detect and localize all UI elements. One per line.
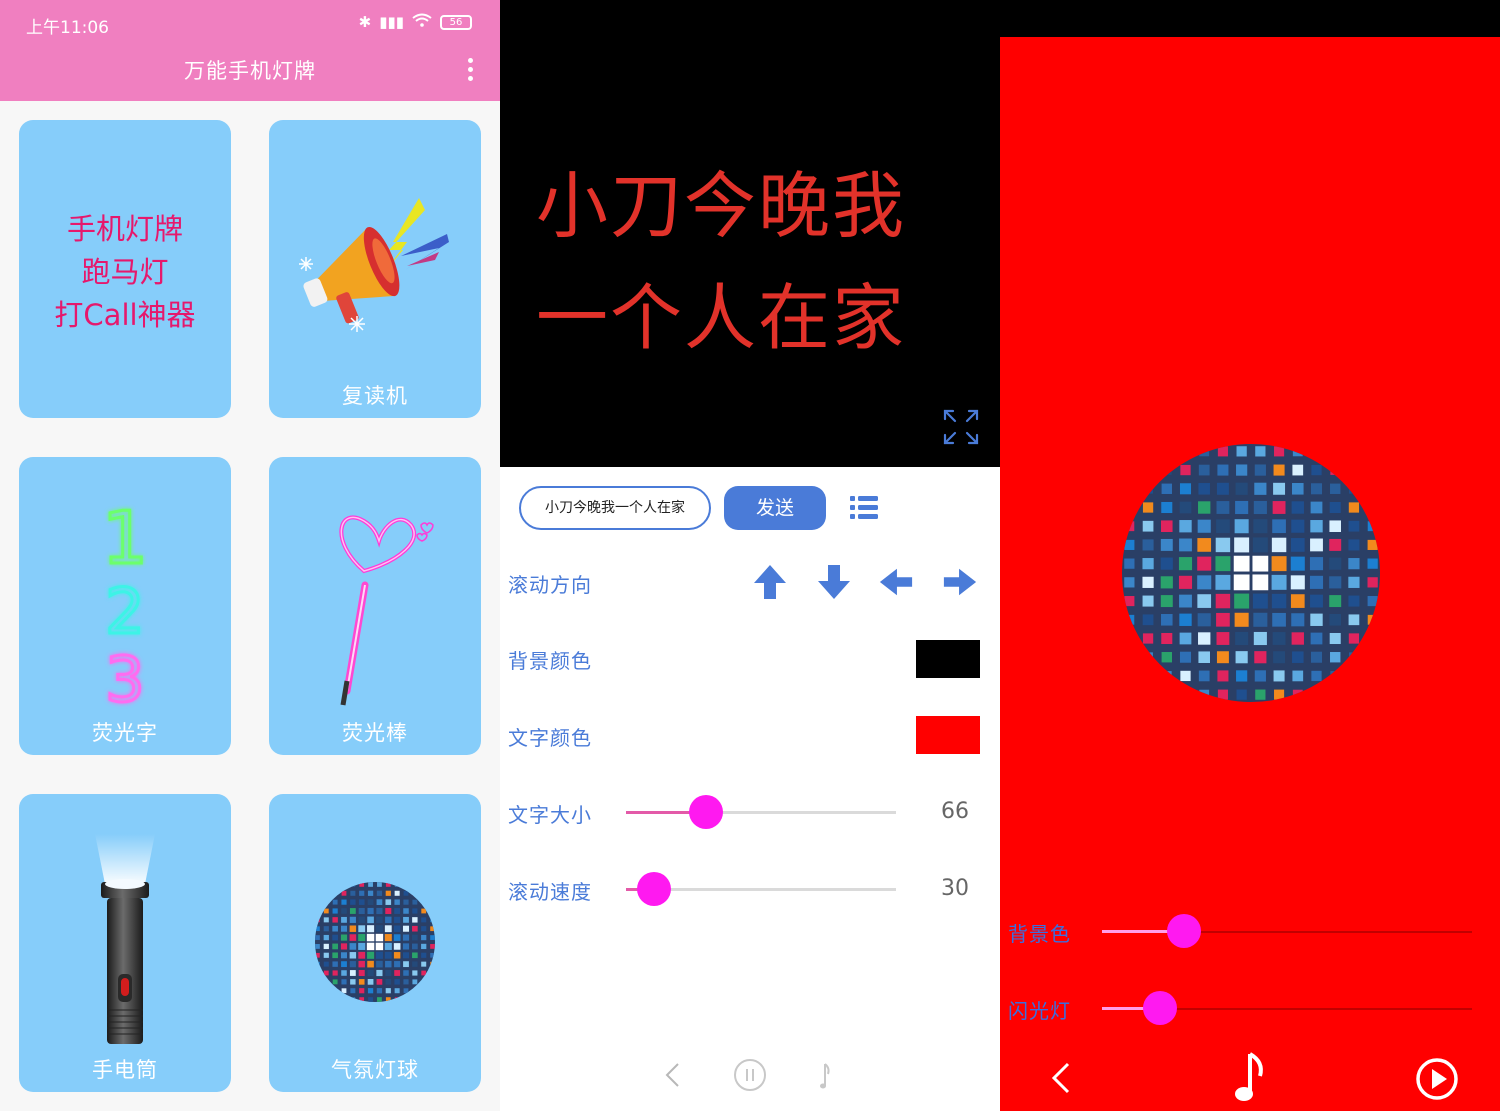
disco-ball-icon <box>315 882 435 1002</box>
marquee-text-input[interactable]: 小刀今晚我一个人在家 <box>519 486 711 530</box>
card-flashlight[interactable]: 手电筒 <box>19 794 231 1092</box>
megaphone-icon <box>299 198 449 332</box>
card-marquee-line: 手机灯牌 <box>66 212 183 246</box>
card-label: 手电筒 <box>92 1058 158 1082</box>
card-glow-stick[interactable]: 荧光棒 <box>269 457 481 755</box>
top-band <box>1000 0 1500 37</box>
text-size-label: 文字大小 <box>508 803 592 827</box>
flash-slider-thumb[interactable] <box>1143 991 1177 1025</box>
app-title: 万能手机灯牌 <box>184 59 316 83</box>
bg-color-label: 背景色 <box>1008 922 1071 946</box>
arrow-left-icon[interactable] <box>878 563 914 601</box>
card-marquee[interactable]: 手机灯牌 跑马灯 打Call神器 <box>19 120 231 418</box>
status-time: 上午11:06 <box>26 18 109 38</box>
card-marquee-text: 手机灯牌 跑马灯 打Call神器 <box>19 208 231 337</box>
fullscreen-icon[interactable] <box>942 408 980 446</box>
bg-color-slider-fill <box>1102 930 1168 933</box>
status-icons: ✱ ▮▮▮ 56 <box>359 13 472 31</box>
disco-ball-icon <box>1122 444 1380 702</box>
bluetooth-icon: ✱ <box>358 13 372 31</box>
home-screen: 上午11:06 ✱ ▮▮▮ 56 万能手机灯牌 手机灯牌 跑马灯 打Call神器 <box>0 0 500 1111</box>
card-marquee-line: 打Call神器 <box>54 298 196 332</box>
disco-ball-screen: 背景色 闪光灯 <box>1000 0 1500 1111</box>
flashlight-icon <box>95 834 155 1044</box>
preview-text-line: 小刀今晚我 <box>536 164 907 248</box>
neon-digit: 1 <box>102 496 148 580</box>
music-note-icon[interactable] <box>808 1056 844 1094</box>
neon-numbers-icon: 1 2 3 <box>101 495 150 710</box>
preview-text-line: 一个人在家 <box>536 276 907 360</box>
scroll-direction-label: 滚动方向 <box>508 573 592 597</box>
wifi-icon <box>412 13 432 31</box>
preview-text: 小刀今晚我 一个人在家 <box>536 150 976 374</box>
text-size-value: 66 <box>941 799 969 824</box>
marquee-editor-screen: 小刀今晚我 一个人在家 小刀今晚我一个人在家 发送 滚动方向 背景颜色 文字颜色… <box>500 0 1000 1111</box>
scroll-speed-value: 30 <box>941 876 969 901</box>
battery-icon: 56 <box>440 14 472 30</box>
card-label: 荧光棒 <box>342 721 408 745</box>
card-neon-text[interactable]: 1 2 3 荧光字 <box>19 457 231 755</box>
back-icon[interactable] <box>1044 1058 1080 1098</box>
text-size-slider-thumb[interactable] <box>689 795 723 829</box>
marquee-preview: 小刀今晚我 一个人在家 <box>500 0 1000 467</box>
glow-stick-icon <box>339 515 434 706</box>
card-label: 气氛灯球 <box>331 1058 419 1082</box>
app-bar: 上午11:06 ✱ ▮▮▮ 56 万能手机灯牌 <box>0 0 500 101</box>
arrow-down-icon[interactable] <box>816 563 852 601</box>
scroll-speed-label: 滚动速度 <box>508 880 592 904</box>
bg-color-slider-thumb[interactable] <box>1167 914 1201 948</box>
bg-color-swatch[interactable] <box>916 640 980 678</box>
music-note-icon[interactable] <box>1228 1050 1272 1106</box>
neon-digit: 3 <box>105 643 144 709</box>
play-icon[interactable] <box>1414 1056 1460 1102</box>
neon-digit: 2 <box>105 575 144 648</box>
back-icon[interactable] <box>656 1056 692 1094</box>
send-button[interactable]: 发送 <box>724 486 826 530</box>
card-repeater[interactable]: 复读机 <box>269 120 481 418</box>
bg-color-label: 背景颜色 <box>508 649 592 673</box>
scroll-speed-slider-thumb[interactable] <box>637 872 671 906</box>
arrow-right-icon[interactable] <box>942 563 978 601</box>
arrow-up-icon[interactable] <box>752 563 788 601</box>
list-icon[interactable] <box>848 492 880 524</box>
card-marquee-line: 跑马灯 <box>81 255 169 289</box>
card-disco-ball[interactable]: 气氛灯球 <box>269 794 481 1092</box>
flash-slider-fill <box>1102 1007 1144 1010</box>
card-label: 荧光字 <box>92 721 158 745</box>
signal-icon: ▮▮▮ <box>379 13 404 31</box>
more-options-icon[interactable] <box>468 58 474 82</box>
pause-icon[interactable] <box>732 1056 768 1094</box>
card-label: 复读机 <box>342 384 408 408</box>
text-color-label: 文字颜色 <box>508 726 592 750</box>
flash-label: 闪光灯 <box>1008 999 1071 1023</box>
text-color-swatch[interactable] <box>916 716 980 754</box>
